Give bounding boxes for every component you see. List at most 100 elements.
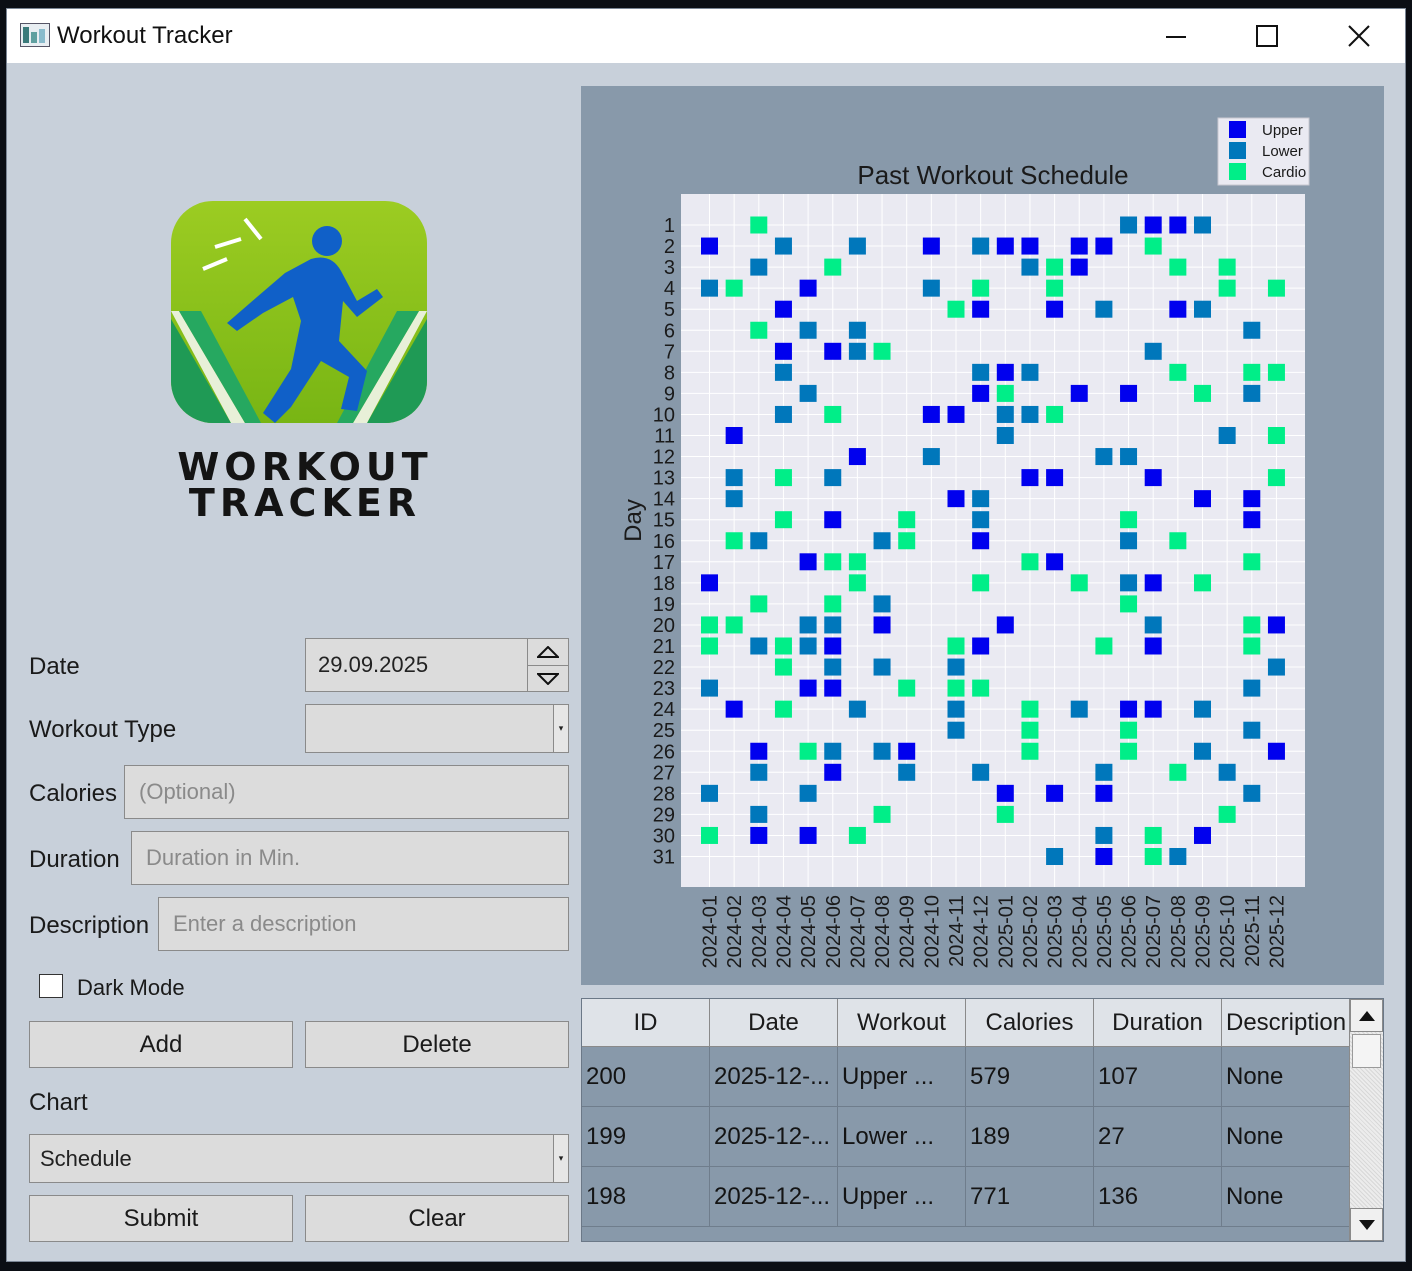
legend-label: Upper [1262,122,1303,139]
x-tick-label: 2024-07 [847,895,869,968]
column-header[interactable]: Calories [966,999,1094,1047]
data-point-upper [922,405,940,423]
data-point-upper [1144,574,1162,592]
table-cell[interactable]: None [1222,1047,1350,1107]
column-header[interactable]: Description [1222,999,1350,1047]
data-point-lower [1021,258,1039,276]
data-point-upper [1267,616,1285,634]
data-point-cardio [1243,553,1261,571]
x-tick-label: 2025-01 [995,895,1017,968]
workout-type-select[interactable]: ▾ [305,704,569,753]
table-cell[interactable]: None [1222,1167,1350,1227]
column-header[interactable]: Duration [1094,999,1222,1047]
table-cell[interactable]: 199 [582,1107,710,1167]
data-point-lower [725,490,743,508]
data-point-upper [1144,700,1162,718]
data-point-cardio [824,258,842,276]
data-point-upper [1144,216,1162,234]
x-tick-label: 2025-02 [1020,895,1042,968]
title-bar: Workout Tracker [7,9,1405,63]
table-cell[interactable]: 771 [966,1167,1094,1227]
table-cell[interactable]: Lower ... [838,1107,966,1167]
data-point-cardio [1070,574,1088,592]
table-row[interactable]: 200 2025-12-... Upper ... 579 107 None [582,1047,1350,1107]
close-button[interactable] [1336,15,1382,57]
data-point-lower [799,784,817,802]
app-window: Workout Tracker WORKOUT TRACKER Date 29.… [6,8,1406,1262]
data-point-cardio [1046,279,1064,297]
data-point-lower [1095,826,1113,844]
data-point-lower [1120,216,1138,234]
duration-input[interactable] [144,844,568,872]
table-cell[interactable]: Upper ... [838,1167,966,1227]
data-point-cardio [1194,384,1211,402]
table-cell[interactable]: 107 [1094,1047,1222,1107]
data-point-cardio [701,616,718,634]
date-increment-button[interactable] [528,639,568,665]
table-cell[interactable]: 198 [582,1167,710,1227]
y-tick-label: 20 [653,615,675,637]
data-point-cardio [1267,363,1285,381]
date-decrement-button[interactable] [528,665,568,691]
table-row[interactable]: 199 2025-12-... Lower ... 189 27 None [582,1107,1350,1167]
column-header[interactable]: Date [710,999,838,1047]
scroll-thumb[interactable] [1352,1034,1381,1068]
table-cell[interactable]: 2025-12-... [710,1047,838,1107]
logo-text: WORKOUT TRACKER [171,448,439,522]
description-input[interactable] [171,910,568,938]
data-point-cardio [898,679,916,697]
table-cell[interactable]: 200 [582,1047,710,1107]
column-header[interactable]: Workout [838,999,966,1047]
table-cell[interactable]: 579 [966,1047,1094,1107]
scroll-down-button[interactable] [1350,1208,1383,1241]
clear-button[interactable]: Clear [305,1195,569,1242]
data-point-cardio [750,321,768,339]
data-point-cardio [1267,469,1285,487]
legend-label: Cardio [1262,164,1306,181]
table-cell[interactable]: 189 [966,1107,1094,1167]
minimize-button[interactable] [1153,15,1199,57]
date-spinbox[interactable]: 29.09.2025 [305,638,569,692]
data-point-lower [1218,763,1236,781]
data-point-lower [972,490,990,508]
delete-button[interactable]: Delete [305,1021,569,1068]
y-tick-label: 26 [653,741,675,763]
data-point-lower [824,469,842,487]
data-point-lower [799,616,817,634]
add-button[interactable]: Add [29,1021,293,1068]
data-point-cardio [750,595,768,613]
description-field [158,897,569,951]
data-point-upper [750,826,768,844]
column-header[interactable]: ID [582,999,710,1047]
data-point-cardio [824,553,842,571]
chart-select[interactable]: Schedule ▾ [29,1134,569,1183]
data-point-upper [824,637,842,655]
calories-input[interactable] [137,778,568,806]
scroll-up-button[interactable] [1350,999,1383,1032]
submit-button[interactable]: Submit [29,1195,293,1242]
y-tick-label: 16 [653,531,675,553]
y-tick-label: 3 [664,257,675,279]
maximize-button[interactable] [1244,15,1290,57]
data-point-upper [1046,300,1064,318]
data-point-cardio [824,405,842,423]
table-cell[interactable]: None [1222,1107,1350,1167]
table-scrollbar[interactable] [1349,999,1383,1241]
table-cell[interactable]: Upper ... [838,1047,966,1107]
data-point-upper [1243,511,1261,529]
data-point-lower [750,763,768,781]
data-point-lower [1021,363,1039,381]
data-point-upper [824,342,842,360]
data-point-lower [799,321,817,339]
table-cell[interactable]: 2025-12-... [710,1167,838,1227]
data-point-cardio [774,700,792,718]
data-point-lower [824,616,842,634]
data-point-cardio [972,574,990,592]
table-row[interactable]: 198 2025-12-... Upper ... 771 136 None [582,1167,1350,1227]
window-title: Workout Tracker [57,22,233,49]
data-point-cardio [1243,637,1261,655]
table-cell[interactable]: 2025-12-... [710,1107,838,1167]
table-cell[interactable]: 136 [1094,1167,1222,1227]
dark-mode-checkbox[interactable] [39,974,63,998]
table-cell[interactable]: 27 [1094,1107,1222,1167]
